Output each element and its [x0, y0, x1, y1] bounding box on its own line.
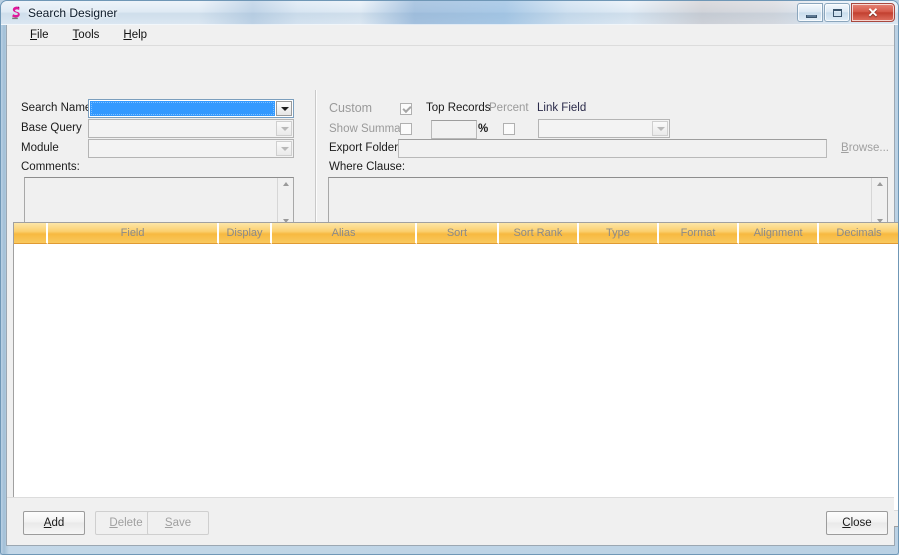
maximize-button[interactable]: [824, 3, 850, 22]
percent-label: Percent: [489, 102, 529, 114]
grid-header-row: Field Display Alias Sort Sort Rank Type Format…: [14, 223, 898, 244]
menu-bar: File Tools Help: [7, 25, 894, 46]
close-button[interactable]: Close: [826, 511, 888, 535]
module-label: Module: [21, 142, 59, 154]
top-records-label: Top Records: [426, 102, 491, 114]
close-icon: ✕: [867, 5, 879, 20]
where-clause-scrollbar[interactable]: [871, 178, 887, 228]
base-query-label: Base Query: [21, 122, 82, 134]
comments-scrollbar[interactable]: [277, 178, 293, 228]
minimize-icon: [806, 15, 817, 18]
fields-grid: Field Display Alias Sort Sort Rank Type Format…: [13, 222, 898, 527]
footer-bar: Add Delete Save Close: [7, 497, 894, 545]
base-query-combobox[interactable]: [88, 119, 294, 138]
link-field-dropdown-arrow[interactable]: [652, 121, 668, 136]
close-window-button[interactable]: ✕: [851, 3, 895, 22]
menu-item-tools[interactable]: Tools: [64, 26, 109, 44]
grid-column-header-sort-rank[interactable]: Sort Rank: [498, 223, 579, 244]
export-folder-input[interactable]: [398, 139, 827, 158]
add-label: Add: [43, 517, 65, 529]
s-logo-icon: [8, 5, 24, 21]
custom-label: Custom: [329, 101, 373, 115]
export-folder-label: Export Folder: [329, 142, 399, 154]
scroll-up-icon[interactable]: [872, 178, 887, 191]
save-label: Save: [164, 517, 192, 529]
chevron-down-icon: [657, 126, 665, 131]
chevron-down-icon: [281, 106, 289, 111]
show-summary-checkbox[interactable]: [400, 123, 412, 135]
module-combobox[interactable]: [88, 139, 294, 158]
grid-column-header-type[interactable]: Type: [578, 223, 659, 244]
triangle-up: [282, 182, 289, 186]
grid-column-header-format[interactable]: Format: [658, 223, 740, 244]
maximize-icon: [833, 9, 842, 17]
menu-item-file[interactable]: File: [21, 26, 58, 44]
menu-item-help[interactable]: Help: [114, 26, 156, 44]
chevron-down-icon: [281, 126, 289, 131]
panel-divider: [315, 90, 317, 230]
module-dropdown-arrow[interactable]: [276, 141, 292, 156]
search-name-combobox[interactable]: [88, 99, 294, 118]
search-name-value: [90, 101, 275, 116]
grid-body[interactable]: [14, 244, 898, 510]
minimize-button[interactable]: [797, 3, 823, 22]
custom-checkbox[interactable]: [400, 103, 412, 115]
browse-label: Browse...: [841, 142, 889, 154]
comments-label: Comments:: [21, 161, 80, 173]
top-records-input[interactable]: [431, 120, 477, 139]
search-name-label: Search Name: [21, 102, 92, 114]
browse-button[interactable]: Browse...: [835, 138, 895, 158]
window-title: Search Designer: [28, 6, 118, 20]
title-bar: Search Designer ✕: [1, 1, 898, 25]
grid-column-header-field[interactable]: Field: [48, 223, 219, 244]
add-button[interactable]: Add: [23, 511, 85, 535]
triangle-up: [876, 182, 883, 186]
base-query-dropdown-arrow[interactable]: [276, 121, 292, 136]
scroll-up-icon[interactable]: [278, 178, 293, 191]
where-clause-label: Where Clause:: [329, 161, 406, 173]
window-controls: ✕: [797, 3, 895, 23]
client-area: File Tools Help Search Name Base Query M…: [6, 25, 898, 546]
link-field-label: Link Field: [537, 102, 587, 114]
form-area: Search Name Base Query Module Comments:: [7, 46, 895, 230]
application-window: Search Designer ✕ File Tools Help Search…: [0, 0, 899, 555]
save-button[interactable]: Save: [147, 511, 209, 535]
search-name-dropdown-arrow[interactable]: [276, 101, 292, 116]
grid-column-header-display[interactable]: Display: [218, 223, 273, 244]
show-summary-label: Show Summar: [329, 123, 405, 135]
percent-symbol: %: [478, 123, 489, 135]
delete-label: Delete: [109, 517, 143, 529]
chevron-down-icon: [281, 146, 289, 151]
link-field-combobox[interactable]: [538, 119, 670, 138]
percent-checkbox[interactable]: [503, 123, 515, 135]
grid-column-header-decimals[interactable]: Decimals: [819, 223, 898, 244]
grid-column-header-blank[interactable]: [14, 223, 49, 244]
close-label: Close: [842, 517, 872, 529]
grid-column-header-alignment[interactable]: Alignment: [739, 223, 820, 244]
grid-column-header-sort[interactable]: Sort: [416, 223, 499, 244]
grid-column-header-alias[interactable]: Alias: [272, 223, 417, 244]
